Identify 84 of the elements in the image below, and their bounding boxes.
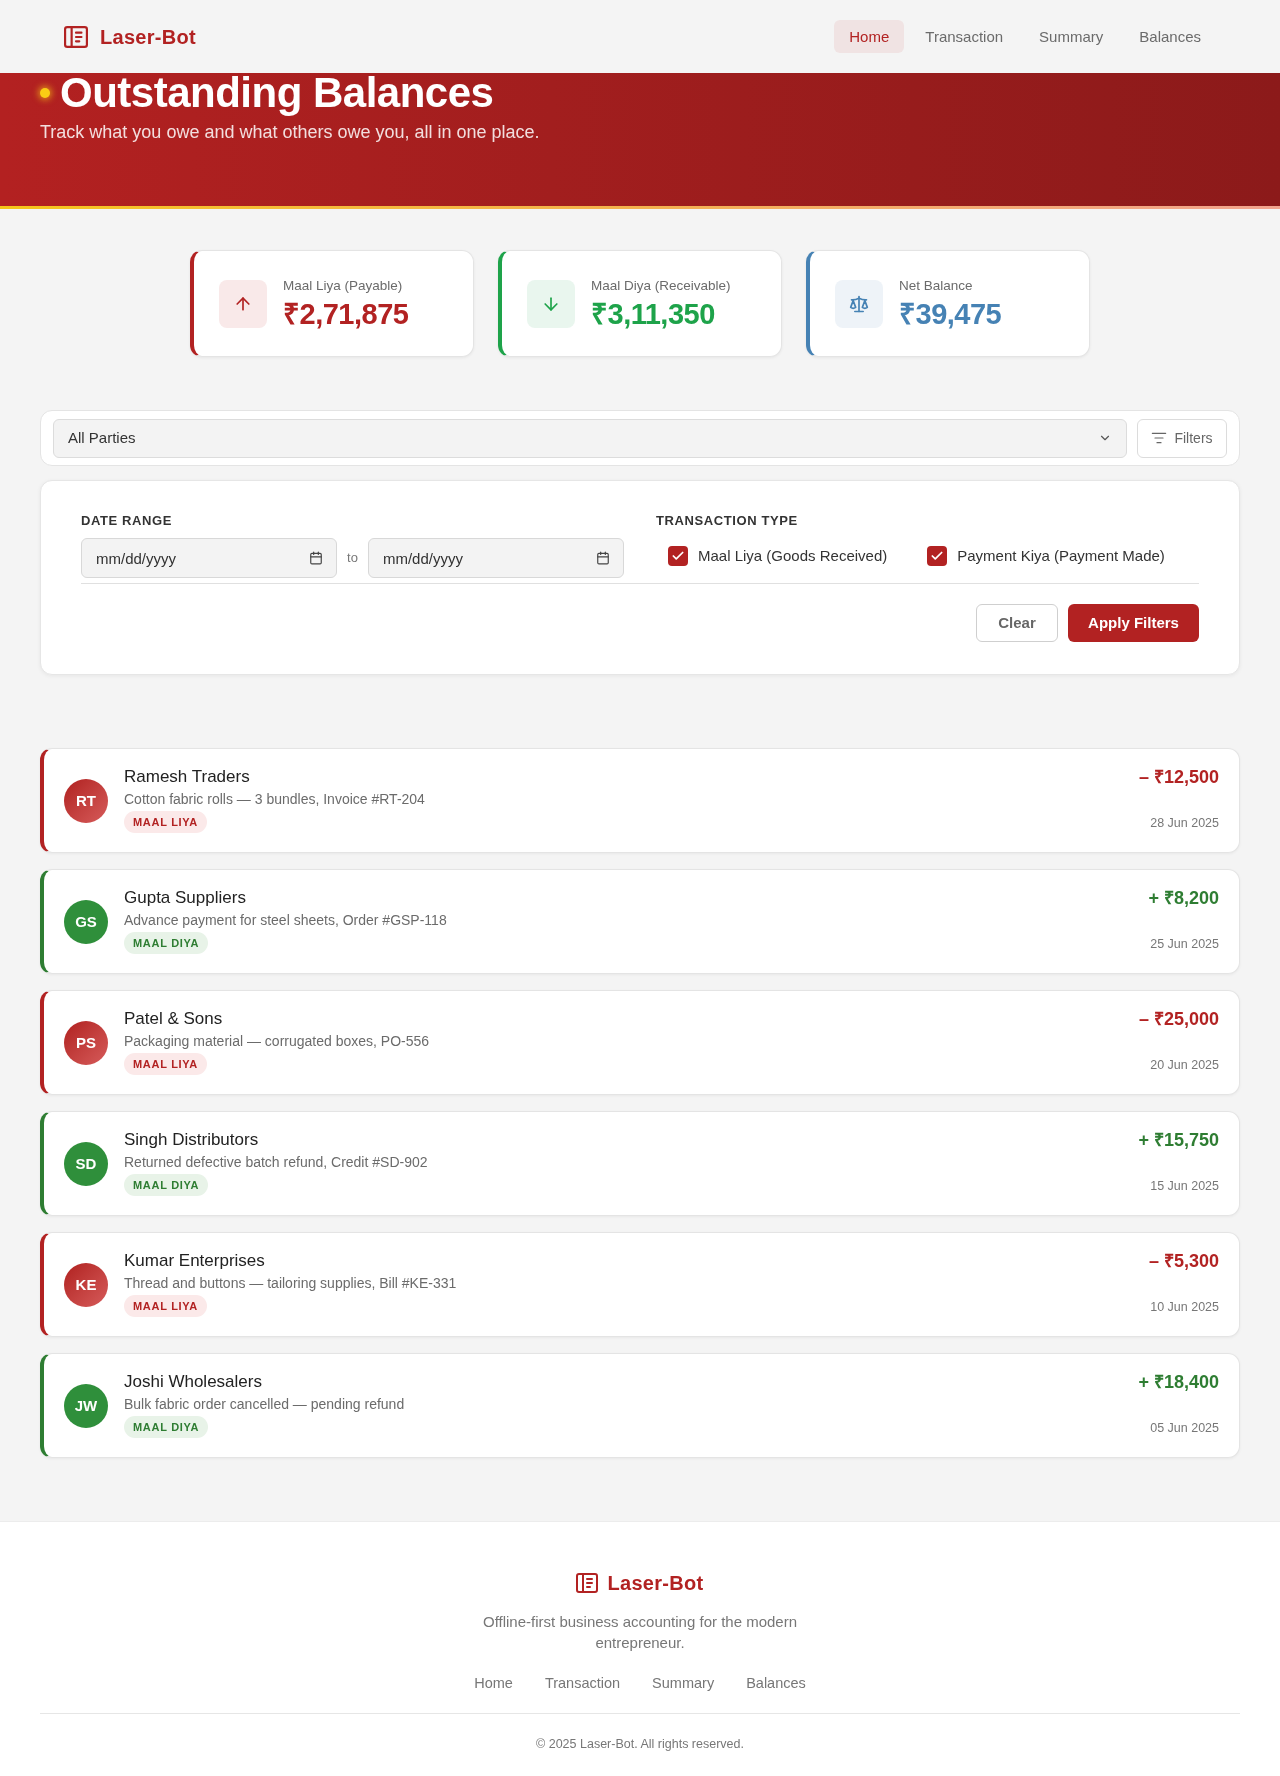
type-tag: MAAL DIYA — [124, 1174, 209, 1196]
calendar-icon — [309, 551, 324, 565]
type-tag: MAAL DIYA — [124, 1416, 209, 1438]
party-avatar: JW — [64, 1384, 108, 1428]
checkbox-label[interactable]: Payment Kiya (Payment Made) — [957, 546, 1165, 566]
party-name: Gupta Suppliers — [124, 887, 246, 909]
check-icon — [671, 549, 685, 563]
party-avatar: RT — [64, 779, 108, 823]
entry-amount: – ₹25,000 — [1138, 1008, 1219, 1030]
entry-card[interactable]: KE Kumar Enterprises Thread and buttons — tailoring supplies, Bill #KE-331 MAAL LIYA – ₹5,300 10 Jun 2025 — [40, 1232, 1240, 1337]
date-field[interactable]: mm/dd/yyyy — [81, 538, 338, 578]
party-name: Joshi Wholesalers — [124, 1371, 262, 1393]
arrow-down-icon — [527, 279, 575, 328]
entry-amount: + ₹18,400 — [1138, 1371, 1219, 1393]
card-label: Maal Liya (Payable) — [283, 276, 404, 295]
nav-link[interactable]: Home — [834, 20, 905, 53]
card-label: Net Balance — [899, 276, 974, 295]
party-name: Kumar Enterprises — [124, 1250, 265, 1272]
entry-amount: + ₹15,750 — [1138, 1129, 1219, 1151]
section-label: DATE RANGE — [81, 513, 173, 529]
party-avatar: KE — [64, 1263, 108, 1307]
footer-link[interactable]: Balances — [746, 1673, 806, 1693]
nav-link[interactable]: Balances — [1124, 20, 1216, 53]
party-avatar: SD — [64, 1142, 108, 1186]
footer-tagline: Offline-first business accounting for the modern entrepreneur. — [481, 1612, 799, 1653]
checkbox-label[interactable]: Maal Liya (Goods Received) — [698, 546, 888, 566]
footer-link[interactable]: Transaction — [544, 1673, 621, 1693]
entry-date: 28 Jun 2025 — [1150, 815, 1219, 831]
filters-button[interactable]: Filters — [1137, 418, 1227, 458]
card-value: ₹2,71,875 — [283, 296, 409, 331]
check-icon — [930, 549, 945, 563]
date-field[interactable]: mm/dd/yyyy — [367, 538, 624, 578]
page-subtitle: Track what you owe and what others owe you, all in one place. — [40, 121, 541, 144]
card-value: ₹39,475 — [899, 296, 1002, 331]
clear-button[interactable]: Clear — [976, 604, 1058, 642]
filter-icon — [1151, 430, 1168, 446]
entry-card[interactable]: GS Gupta Suppliers Advance payment for steel sheets, Order #GSP-118 MAAL DIYA + ₹8,200 25 Jun 2025 — [40, 869, 1240, 974]
nav-link[interactable]: Transaction — [910, 20, 1019, 53]
checkbox[interactable] — [927, 546, 948, 566]
entry-description: Bulk fabric order cancelled — pending refund — [124, 1395, 405, 1414]
calendar-icon — [596, 551, 610, 565]
entry-card[interactable]: PS Patel & Sons Packaging material — corrugated boxes, PO-556 MAAL LIYA – ₹25,000 20 Jun 2025 — [40, 990, 1240, 1095]
brand-name[interactable]: Laser-Bot — [607, 1571, 704, 1595]
footer-link[interactable]: Home — [474, 1673, 513, 1693]
apply-filters-button[interactable]: Apply Filters — [1068, 604, 1199, 642]
entry-date: 10 Jun 2025 — [1150, 1299, 1219, 1315]
entry-date: 20 Jun 2025 — [1150, 1057, 1219, 1073]
card-value: ₹3,11,350 — [591, 296, 716, 331]
entry-description: Advance payment for steel sheets, Order #GSP-118 — [124, 911, 447, 930]
entry-amount: + ₹8,200 — [1148, 887, 1219, 909]
notebook-icon — [64, 25, 88, 48]
entry-card[interactable]: JW Joshi Wholesalers Bulk fabric order cancelled — pending refund MAAL DIYA + ₹18,400 05 Jun 2025 — [40, 1353, 1240, 1458]
party-avatar: GS — [64, 900, 108, 944]
footer-link[interactable]: Summary — [652, 1673, 715, 1693]
type-tag: MAAL LIYA — [124, 1295, 207, 1317]
notebook-icon — [576, 1573, 599, 1593]
brand-name[interactable]: Laser-Bot — [100, 21, 197, 52]
party-name: Singh Distributors — [124, 1129, 259, 1151]
party-name: Ramesh Traders — [124, 766, 250, 788]
entry-date: 25 Jun 2025 — [1150, 936, 1219, 952]
entry-amount: – ₹12,500 — [1138, 766, 1219, 788]
entry-amount: – ₹5,300 — [1148, 1250, 1219, 1272]
entry-date: 05 Jun 2025 — [1150, 1420, 1219, 1436]
entry-description: Thread and buttons — tailoring supplies, Bill #KE-331 — [124, 1274, 457, 1293]
party-avatar: PS — [64, 1021, 108, 1065]
copyright-text: © 2025 Laser-Bot. All rights reserved. — [536, 1737, 744, 1751]
party-name: Patel & Sons — [124, 1008, 223, 1030]
range-separator: to — [347, 549, 358, 568]
card-label: Maal Diya (Receivable) — [591, 276, 731, 295]
type-tag: MAAL DIYA — [124, 932, 209, 954]
entry-description: Returned defective batch refund, Credit #SD-902 — [124, 1153, 428, 1172]
scale-icon — [835, 279, 883, 328]
entry-description: Packaging material — corrugated boxes, PO-556 — [124, 1032, 430, 1051]
section-label: TRANSACTION TYPE — [656, 513, 799, 529]
party-select[interactable]: All Parties — [53, 418, 1127, 458]
arrow-up-icon — [219, 279, 267, 328]
type-tag: MAAL LIYA — [124, 1053, 207, 1075]
entry-date: 15 Jun 2025 — [1150, 1178, 1219, 1194]
entry-card[interactable]: RT Ramesh Traders Cotton fabric rolls — 3 bundles, Invoice #RT-204 MAAL LIYA – ₹12,500 28 Jun 2025 — [40, 748, 1240, 853]
entry-card[interactable]: SD Singh Distributors Returned defective batch refund, Credit #SD-902 MAAL DIYA + ₹15,750 15 Jun 2025 — [40, 1111, 1240, 1216]
nav-link[interactable]: Summary — [1024, 20, 1119, 53]
type-tag: MAAL LIYA — [124, 811, 207, 833]
checkbox[interactable] — [668, 546, 688, 566]
entry-description: Cotton fabric rolls — 3 bundles, Invoice #RT-204 — [124, 790, 425, 809]
